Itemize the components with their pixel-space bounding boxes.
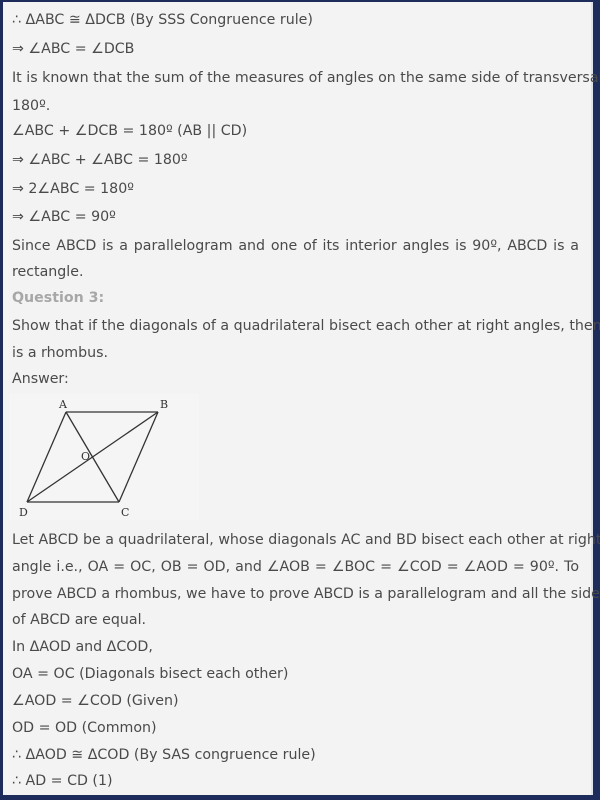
vertex-label-d: D [19,506,28,519]
text-line: It is known that the sum of the measures… [12,70,600,86]
text-line: angle i.e., OA = OC, OB = OD, and ∠AOB =… [12,559,579,575]
text-line: In ΔAOD and ΔCOD, [12,639,153,655]
question-heading: Question 3: [12,290,105,306]
text-line: ⇒ ∠ABC = 90º [12,209,116,225]
question-text: is a rhombus. [12,345,109,361]
text-line: ∴ ΔAOD ≅ ΔCOD (By SAS congruence rule) [12,747,316,763]
text-line: ∴ AD = CD (1) [12,773,113,789]
text-line: ∴ ΔABC ≅ ΔDCB (By SSS Congruence rule) [12,12,313,28]
text-line: ⇒ ∠ABC = ∠DCB [12,41,135,57]
rhombus-diagram: A B C D O [9,394,199,520]
text-line: ∠AOD = ∠COD (Given) [12,693,179,709]
text-line: rectangle. [12,264,84,280]
text-line: prove ABCD a rhombus, we have to prove A… [12,586,600,602]
text-line: of ABCD are equal. [12,612,147,628]
text-line: OA = OC (Diagonals bisect each other) [12,666,289,682]
vertex-label-c: C [121,506,129,519]
vertex-label-a: A [58,398,68,411]
text-line: Let ABCD be a quadrilateral, whose diago… [12,532,600,548]
answer-label: Answer: [12,371,69,387]
center-label-o: O [81,450,90,463]
vertex-label-b: B [160,398,168,411]
text-line: ⇒ 2∠ABC = 180º [12,181,134,197]
text-line: ∠ABC + ∠DCB = 180º (AB || CD) [12,123,248,139]
text-line: 180º. [12,98,51,114]
question-text: Show that if the diagonals of a quadrila… [12,318,600,334]
document-page: ∴ ΔABC ≅ ΔDCB (By SSS Congruence rule) ⇒… [3,2,600,795]
text-line: ⇒ ∠ABC + ∠ABC = 180º [12,152,188,168]
text-line: Since ABCD is a parallelogram and one of… [12,238,579,254]
text-line: OD = OD (Common) [12,720,157,736]
